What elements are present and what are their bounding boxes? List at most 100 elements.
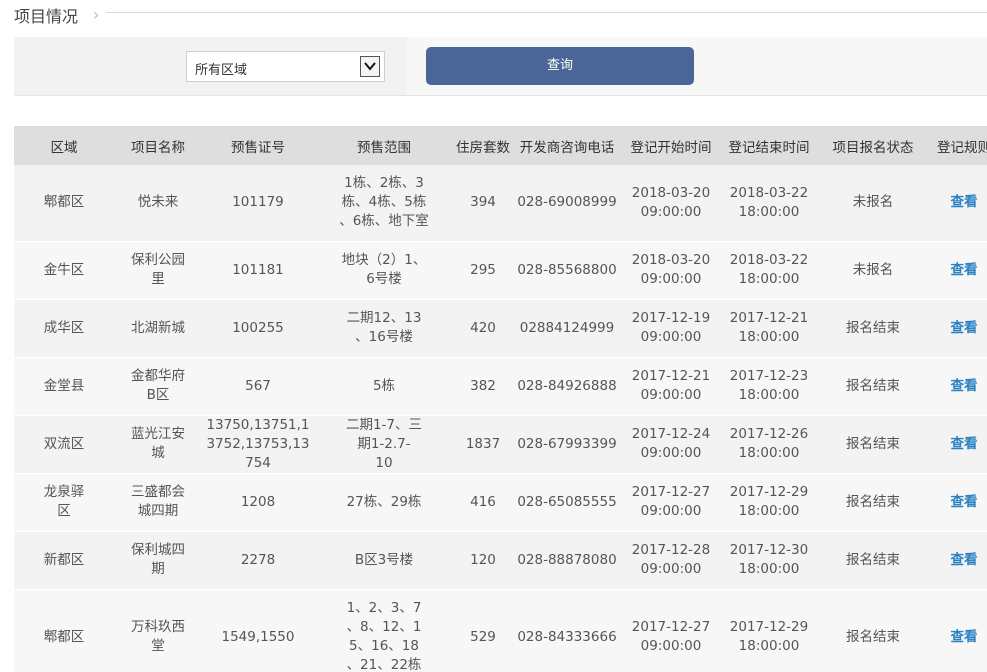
cell-phone: 028-88878080 bbox=[512, 531, 622, 590]
cell-text-status: 报名结束 bbox=[846, 435, 900, 452]
cell-units: 1837 bbox=[454, 415, 512, 474]
cell-text-permit: 1549,1550 bbox=[221, 628, 295, 645]
table-row: 金堂县 金都华府 B区 567 5栋 382 028-84926888 2017-12-21 0… bbox=[14, 357, 987, 416]
cell-permit: 1549,1550 bbox=[202, 589, 314, 672]
cell-scope: 1、2、3、7 、8、12、1 5、16、18 、21、22栋 bbox=[314, 589, 454, 672]
cell-rule[interactable]: 查看 bbox=[928, 165, 987, 242]
cell-permit: 1208 bbox=[202, 473, 314, 532]
cell-text-end: 2018-03-22 18:00:00 bbox=[729, 184, 809, 220]
view-rule-link[interactable]: 查看 bbox=[951, 320, 978, 336]
cell-text-project: 保利公园里 bbox=[131, 252, 185, 287]
cell-text-district: 成华区 bbox=[43, 319, 85, 336]
cell-text-permit: 567 bbox=[245, 377, 271, 394]
cell-text-district: 郫都区 bbox=[43, 628, 85, 645]
cell-scope: 5栋 bbox=[314, 357, 454, 416]
view-rule-link[interactable]: 查看 bbox=[951, 629, 978, 645]
cell-project: 金都华府 B区 bbox=[114, 357, 202, 416]
cell-text-phone: 02884124999 bbox=[519, 319, 615, 336]
cell-text-status: 报名结束 bbox=[846, 493, 900, 510]
cell-text-district: 龙泉驿区 bbox=[43, 484, 85, 519]
cell-rule[interactable]: 查看 bbox=[928, 531, 987, 590]
cell-rule[interactable]: 查看 bbox=[928, 473, 987, 532]
cell-text-scope: 二期12、13 、16号楼 bbox=[346, 310, 422, 345]
cell-district: 郫都区 bbox=[14, 589, 114, 672]
cell-status: 报名结束 bbox=[818, 415, 928, 474]
cell-phone: 028-69008999 bbox=[512, 165, 622, 242]
chevron-down-icon[interactable] bbox=[360, 56, 380, 77]
cell-units: 295 bbox=[454, 241, 512, 300]
table-row: 龙泉驿区 三盛都会 城四期 1208 27栋、29栋 416 028-65085555 201… bbox=[14, 473, 987, 532]
cell-rule[interactable]: 查看 bbox=[928, 589, 987, 672]
cell-project: 保利公园里 bbox=[114, 241, 202, 300]
cell-project: 蓝光江安城 bbox=[114, 415, 202, 474]
cell-text-end: 2017-12-29 18:00:00 bbox=[729, 619, 809, 654]
region-select-value: 所有区域 bbox=[195, 63, 248, 78]
view-rule-link[interactable]: 查看 bbox=[951, 262, 978, 278]
cell-permit: 101181 bbox=[202, 241, 314, 300]
cell-end: 2017-12-29 18:00:00 bbox=[720, 473, 818, 532]
project-table: 区域 项目名称 预售证号 预售范围 住房套数 开发商咨询电话 登记开始时间 登记结束时间 项目报… bbox=[14, 126, 987, 672]
table-row: 郫都区 悦未来 101179 1栋、2栋、3 栋、4栋、5栋 、6栋、地下室 394 028-… bbox=[14, 165, 987, 242]
column-header-start: 登记开始时间 bbox=[622, 126, 720, 165]
page-title: 项目情况 bbox=[14, 7, 79, 26]
cell-text-project: 三盛都会 城四期 bbox=[131, 484, 185, 519]
cell-project: 万科玖西堂 bbox=[114, 589, 202, 672]
view-rule-link[interactable]: 查看 bbox=[951, 436, 978, 452]
cell-text-start: 2017-12-19 09:00:00 bbox=[631, 310, 711, 345]
cell-status: 报名结束 bbox=[818, 589, 928, 672]
cell-start: 2018-03-20 09:00:00 bbox=[622, 165, 720, 242]
cell-project: 悦未来 bbox=[114, 165, 202, 242]
cell-text-permit: 101179 bbox=[232, 194, 284, 211]
cell-project: 保利城四期 bbox=[114, 531, 202, 590]
view-rule-link[interactable]: 查看 bbox=[951, 494, 978, 510]
cell-start: 2017-12-19 09:00:00 bbox=[622, 299, 720, 358]
cell-text-phone: 028-84333666 bbox=[517, 628, 617, 645]
cell-rule[interactable]: 查看 bbox=[928, 357, 987, 416]
cell-rule[interactable]: 查看 bbox=[928, 241, 987, 300]
cell-text-phone: 028-67993399 bbox=[517, 435, 617, 452]
cell-text-start: 2018-03-20 09:00:00 bbox=[631, 252, 711, 287]
cell-start: 2017-12-21 09:00:00 bbox=[622, 357, 720, 416]
table-row: 郫都区 万科玖西堂 1549,1550 1、2、3、7 、8、12、1 5、16、18 、2… bbox=[14, 589, 987, 672]
table-row: 新都区 保利城四期 2278 B区3号楼 120 028-88878080 2017-12-… bbox=[14, 531, 987, 590]
column-header-project: 项目名称 bbox=[114, 126, 202, 165]
region-select[interactable]: 所有区域 bbox=[186, 51, 385, 82]
cell-status: 报名结束 bbox=[818, 531, 928, 590]
cell-text-permit: 100255 bbox=[232, 319, 284, 336]
view-rule-link[interactable]: 查看 bbox=[951, 194, 978, 210]
cell-rule[interactable]: 查看 bbox=[928, 299, 987, 358]
cell-end: 2017-12-29 18:00:00 bbox=[720, 589, 818, 672]
project-table-container: 区域 项目名称 预售证号 预售范围 住房套数 开发商咨询电话 登记开始时间 登记结束时间 项目报… bbox=[14, 126, 987, 672]
table-row: 金牛区 保利公园里 101181 地块（2）1、 6号楼 295 028-85568800 2… bbox=[14, 241, 987, 300]
cell-project: 北湖新城 bbox=[114, 299, 202, 358]
table-body: 郫都区 悦未来 101179 1栋、2栋、3 栋、4栋、5栋 、6栋、地下室 394 028-… bbox=[14, 165, 987, 672]
view-rule-link[interactable]: 查看 bbox=[951, 378, 978, 394]
cell-text-permit: 2278 bbox=[240, 551, 276, 568]
cell-text-district: 双流区 bbox=[43, 435, 85, 452]
cell-project: 三盛都会 城四期 bbox=[114, 473, 202, 532]
cell-end: 2017-12-30 18:00:00 bbox=[720, 531, 818, 590]
cell-text-status: 报名结束 bbox=[846, 551, 900, 568]
cell-district: 双流区 bbox=[14, 415, 114, 474]
cell-text-phone: 028-88878080 bbox=[517, 551, 617, 568]
cell-rule[interactable]: 查看 bbox=[928, 415, 987, 474]
query-button[interactable]: 查询 bbox=[426, 47, 694, 85]
cell-start: 2017-12-27 09:00:00 bbox=[622, 589, 720, 672]
cell-text-end: 2017-12-21 18:00:00 bbox=[729, 310, 809, 345]
cell-district: 郫都区 bbox=[14, 165, 114, 242]
cell-text-district: 郫都区 bbox=[43, 194, 85, 211]
cell-text-scope: 地块（2）1、 6号楼 bbox=[341, 252, 427, 287]
cell-phone: 028-85568800 bbox=[512, 241, 622, 300]
cell-text-status: 未报名 bbox=[852, 194, 894, 211]
cell-text-units: 416 bbox=[470, 493, 496, 510]
cell-status: 报名结束 bbox=[818, 357, 928, 416]
filter-bar: 所有区域 查询 bbox=[14, 37, 987, 96]
cell-text-units: 394 bbox=[470, 194, 496, 211]
cell-start: 2017-12-27 09:00:00 bbox=[622, 473, 720, 532]
cell-district: 成华区 bbox=[14, 299, 114, 358]
cell-units: 382 bbox=[454, 357, 512, 416]
cell-text-end: 2018-03-22 18:00:00 bbox=[729, 252, 809, 287]
cell-scope: 地块（2）1、 6号楼 bbox=[314, 241, 454, 300]
view-rule-link[interactable]: 查看 bbox=[951, 552, 978, 568]
column-header-status: 项目报名状态 bbox=[818, 126, 928, 165]
